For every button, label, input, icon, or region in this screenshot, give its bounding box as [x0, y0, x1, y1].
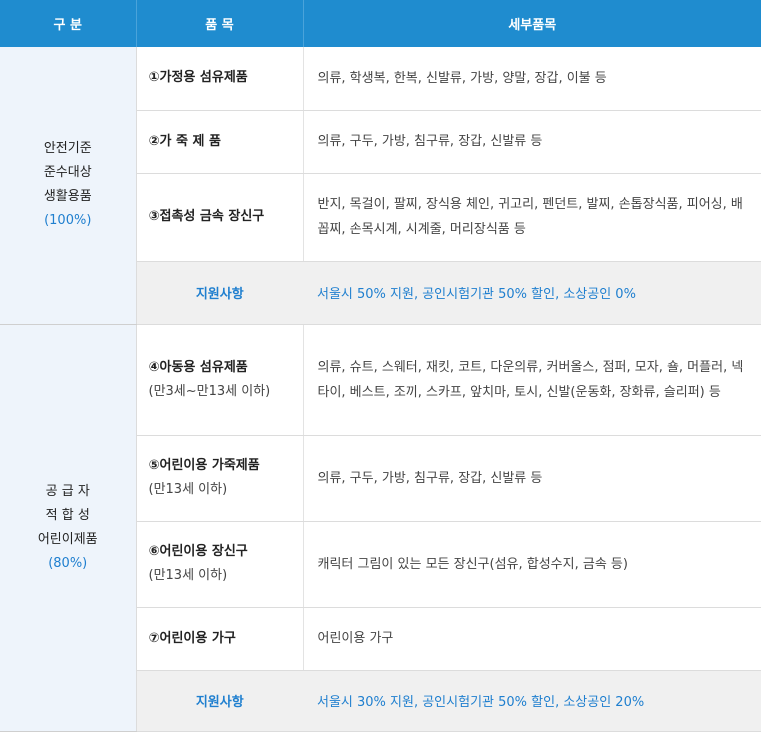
item-age-range: (만13세 이하) [148, 482, 228, 497]
item-age-range: (만13세 이하) [148, 568, 228, 583]
product-table: 구 분 품 목 세부품목 안전기준 준수대상 생활용품 (100%) ①가정용 … [0, 0, 761, 732]
item-name: ⑦어린이용 가구 [148, 630, 236, 646]
item-name-cell: ⑥어린이용 장신구 (만13세 이하) [136, 521, 304, 608]
support-label: 지원사항 [136, 261, 303, 325]
item-detail: 의류, 구두, 가방, 침구류, 장갑, 신발류 등 [303, 435, 761, 522]
support-value: 서울시 50% 지원, 공인시험기관 50% 할인, 소상공인 0% [303, 261, 761, 325]
item-name-cell: ⑤어린이용 가죽제품 (만13세 이하) [136, 435, 304, 522]
item-name: ③접촉성 금속 장신구 [148, 209, 265, 224]
item-detail: 반지, 목걸이, 팔찌, 장식용 체인, 귀고리, 펜던트, 발찌, 손톱장식품… [303, 173, 761, 262]
item-name-cell: ③접촉성 금속 장신구 [136, 173, 304, 262]
table-header-row: 구 분 품 목 세부품목 [0, 0, 761, 47]
group-label-cell: 안전기준 준수대상 생활용품 (100%) [0, 47, 137, 325]
item-name: ⑥어린이용 장신구 [148, 544, 248, 559]
item-detail: 의류, 학생복, 한복, 신발류, 가방, 양말, 장갑, 이불 등 [303, 47, 761, 111]
group-label-line: 공 급 자 [45, 483, 90, 499]
item-detail: 의류, 슈트, 스웨터, 재킷, 코트, 다운의류, 커버올스, 점퍼, 모자,… [303, 324, 761, 436]
item-name: ④아동용 섬유제품 [148, 359, 248, 375]
item-name-cell: ②가 죽 제 품 [136, 110, 304, 174]
item-name: ⑤어린이용 가죽제품 [148, 458, 260, 473]
support-value: 서울시 30% 지원, 공인시험기관 50% 할인, 소상공인 20% [303, 670, 761, 732]
group-label-line: 준수대상 [43, 165, 92, 181]
header-category: 구 분 [0, 0, 136, 47]
table-row: 공 급 자 적 합 성 어린이제품 (80%) ④아동용 섬유제품 (만3세~만… [0, 324, 761, 732]
table-row: 안전기준 준수대상 생활용품 (100%) ①가정용 섬유제품 의류, 학생복,… [0, 47, 761, 325]
item-name-cell: ④아동용 섬유제품 (만3세~만13세 이하) [136, 324, 304, 436]
item-name: ①가정용 섬유제품 [148, 70, 248, 86]
group-percent: (80%) [48, 555, 88, 571]
group-label-line: 어린이제품 [37, 531, 98, 547]
item-name-cell: ⑦어린이용 가구 [136, 607, 304, 671]
group-label-line: 적 합 성 [45, 507, 90, 523]
item-detail: 의류, 구두, 가방, 침구류, 장갑, 신발류 등 [303, 110, 761, 174]
item-age-range: (만3세~만13세 이하) [148, 383, 271, 399]
item-name: ②가 죽 제 품 [148, 133, 221, 149]
group-percent: (100%) [44, 213, 92, 229]
header-item: 품 목 [135, 0, 303, 47]
group-label-cell: 공 급 자 적 합 성 어린이제품 (80%) [0, 324, 137, 732]
item-name-cell: ①가정용 섬유제품 [136, 47, 304, 111]
item-detail: 캐릭터 그림이 있는 모든 장신구(섬유, 합성수지, 금속 등) [303, 521, 761, 608]
header-detail: 세부품목 [302, 0, 761, 47]
group-label-line: 생활용품 [43, 189, 92, 205]
support-label: 지원사항 [136, 670, 303, 732]
group-label-line: 안전기준 [43, 141, 92, 157]
item-detail: 어린이용 가구 [303, 607, 761, 671]
